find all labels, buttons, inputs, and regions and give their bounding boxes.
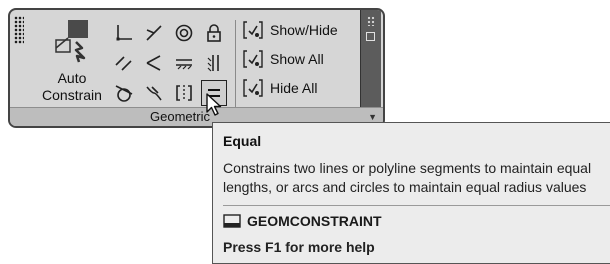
panel-side-bar[interactable] [360,10,381,114]
hide-all-label: Hide All [270,80,318,96]
fix-button[interactable] [201,20,227,46]
tangent-icon [115,85,133,102]
tooltip-command: GEOMCONSTRAINT [223,213,382,229]
tooltip-description-line2: lengths, or arcs and circles to maintain… [223,179,587,195]
mouse-pointer-icon [206,93,222,116]
show-hide-label: Show/Hide [270,22,338,38]
show-hide-button[interactable]: Show/Hide [242,18,338,42]
expand-arrow-icon[interactable]: ▼ [368,112,377,122]
tooltip-help: Press F1 for more help [223,239,375,255]
show-hide-icon [243,21,263,39]
parallel-icon [115,56,132,71]
hide-all-button[interactable]: Hide All [242,76,317,100]
smooth-button[interactable] [141,80,167,106]
panel-title: Geometric [150,109,210,124]
geometric-panel: Auto Constrain Show/Hide Show All Hide A… [8,8,385,128]
show-all-button[interactable]: Show All [242,47,324,71]
symmetric-button[interactable] [171,80,197,106]
symmetric-icon [176,85,192,101]
return-panel-icon[interactable] [366,32,375,41]
tooltip: Equal Constrains two lines or polyline s… [212,122,610,264]
hide-all-icon [243,79,263,97]
coincident-icon [116,25,132,41]
tooltip-description-line1: Constrains two lines or polyline segment… [223,160,592,176]
auto-constrain-icon [55,20,88,63]
command-line-icon [223,214,241,228]
collinear-icon [146,25,162,41]
parallel-button[interactable] [111,50,137,76]
vertical-button[interactable] [201,50,227,76]
tangent-button[interactable] [111,80,137,106]
tooltip-separator [223,205,610,206]
perpendicular-icon [146,55,161,71]
auto-constrain-label: Auto Constrain [42,70,102,103]
lock-icon [207,24,221,42]
tooltip-description: Constrains two lines or polyline segment… [223,159,610,197]
show-all-label: Show All [270,51,324,67]
tooltip-command-name: GEOMCONSTRAINT [247,213,382,229]
side-grip-icon [367,16,375,26]
auto-constrain-button[interactable]: Auto Constrain [38,18,106,108]
vertical-icon [207,55,219,72]
show-all-icon [243,50,263,68]
horizontal-icon [176,59,192,70]
horizontal-button[interactable] [171,50,197,76]
concentric-button[interactable] [171,20,197,46]
coincident-button[interactable] [111,20,137,46]
tooltip-title: Equal [223,133,262,149]
panel-divider [235,20,236,108]
collinear-button[interactable] [141,20,167,46]
panel-grip-handle[interactable] [14,16,24,44]
smooth-icon [146,86,162,101]
perpendicular-button[interactable] [141,50,167,76]
concentric-icon [175,24,193,42]
